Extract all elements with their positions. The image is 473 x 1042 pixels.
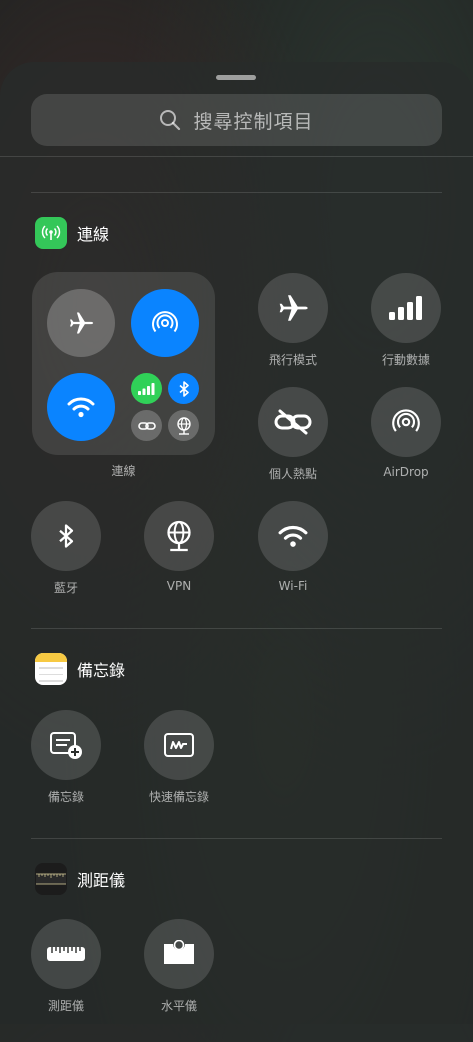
control-label: 個人熱點 <box>268 467 317 481</box>
divider <box>31 628 442 629</box>
control-label: 藍牙 <box>53 581 78 595</box>
section-title: 備忘錄 <box>77 661 126 680</box>
vpn-tile[interactable] <box>168 410 199 441</box>
control-bluetooth[interactable]: 藍牙 <box>21 501 111 596</box>
control-label: Wi-Fi <box>278 579 308 593</box>
control-wifi[interactable]: Wi-Fi <box>248 501 338 593</box>
bluetooth-icon <box>178 380 189 397</box>
search-icon <box>160 110 181 131</box>
measure-app-icon <box>35 863 67 895</box>
airdrop-icon <box>392 409 420 432</box>
control-label: AirDrop <box>383 465 429 479</box>
control-vpn[interactable]: VPN <box>134 501 224 593</box>
divider <box>0 156 473 157</box>
level-icon <box>164 940 194 964</box>
control-measure[interactable]: 測距儀 <box>21 919 111 1014</box>
control-airplane-mode[interactable]: 飛行模式 <box>248 273 338 368</box>
globe-icon <box>176 416 191 435</box>
section-header-connectivity: 連線 <box>35 217 109 249</box>
search-field[interactable]: 搜尋控制項目 <box>31 94 442 146</box>
notes-app-icon <box>35 653 67 685</box>
airdrop-icon <box>152 311 178 333</box>
control-airdrop[interactable]: AirDrop <box>361 387 451 479</box>
connectivity-group-tile[interactable] <box>32 272 215 455</box>
airdrop-tile[interactable] <box>131 289 199 357</box>
divider <box>31 192 442 193</box>
airplane-icon <box>70 312 94 334</box>
control-level[interactable]: 水平儀 <box>134 919 224 1014</box>
antenna-icon <box>35 217 67 249</box>
airplane-icon <box>279 295 308 321</box>
link-icon <box>137 421 156 430</box>
hotspot-tile[interactable] <box>131 410 162 441</box>
bluetooth-tile[interactable] <box>168 373 199 404</box>
control-new-note[interactable]: 備忘錄 <box>21 710 111 805</box>
wifi-icon <box>67 397 95 418</box>
control-label: 快速備忘錄 <box>148 790 209 804</box>
control-cellular-data[interactable]: 行動數據 <box>361 273 451 368</box>
control-label: 行動數據 <box>381 353 430 367</box>
bluetooth-icon <box>59 524 74 548</box>
wifi-icon <box>278 525 308 547</box>
cellular-tile[interactable] <box>131 373 162 404</box>
section-header-measure: 測距儀 <box>35 863 125 895</box>
control-label: 水平儀 <box>160 999 197 1013</box>
link-icon <box>274 409 312 435</box>
globe-icon <box>167 520 191 552</box>
control-label: 測距儀 <box>47 999 84 1013</box>
control-label: VPN <box>166 579 192 593</box>
ruler-icon <box>47 947 85 961</box>
airplane-mode-tile[interactable] <box>47 289 115 357</box>
new-note-icon <box>50 732 82 759</box>
cellular-bars-icon <box>138 382 155 395</box>
control-quick-note[interactable]: 快速備忘錄 <box>134 710 224 805</box>
search-placeholder: 搜尋控制項目 <box>193 110 314 133</box>
connectivity-group-label: 連線 <box>111 464 136 478</box>
section-title: 連線 <box>77 225 110 244</box>
divider <box>31 838 442 839</box>
control-personal-hotspot[interactable]: 個人熱點 <box>248 387 338 482</box>
control-label: 飛行模式 <box>268 353 317 367</box>
quick-note-icon <box>164 733 194 757</box>
control-label: 備忘錄 <box>47 790 84 804</box>
section-header-notes: 備忘錄 <box>35 653 125 685</box>
wifi-tile[interactable] <box>47 373 115 441</box>
section-title: 測距儀 <box>77 871 126 890</box>
cellular-bars-icon <box>389 296 422 320</box>
sheet-grabber[interactable] <box>216 75 256 80</box>
